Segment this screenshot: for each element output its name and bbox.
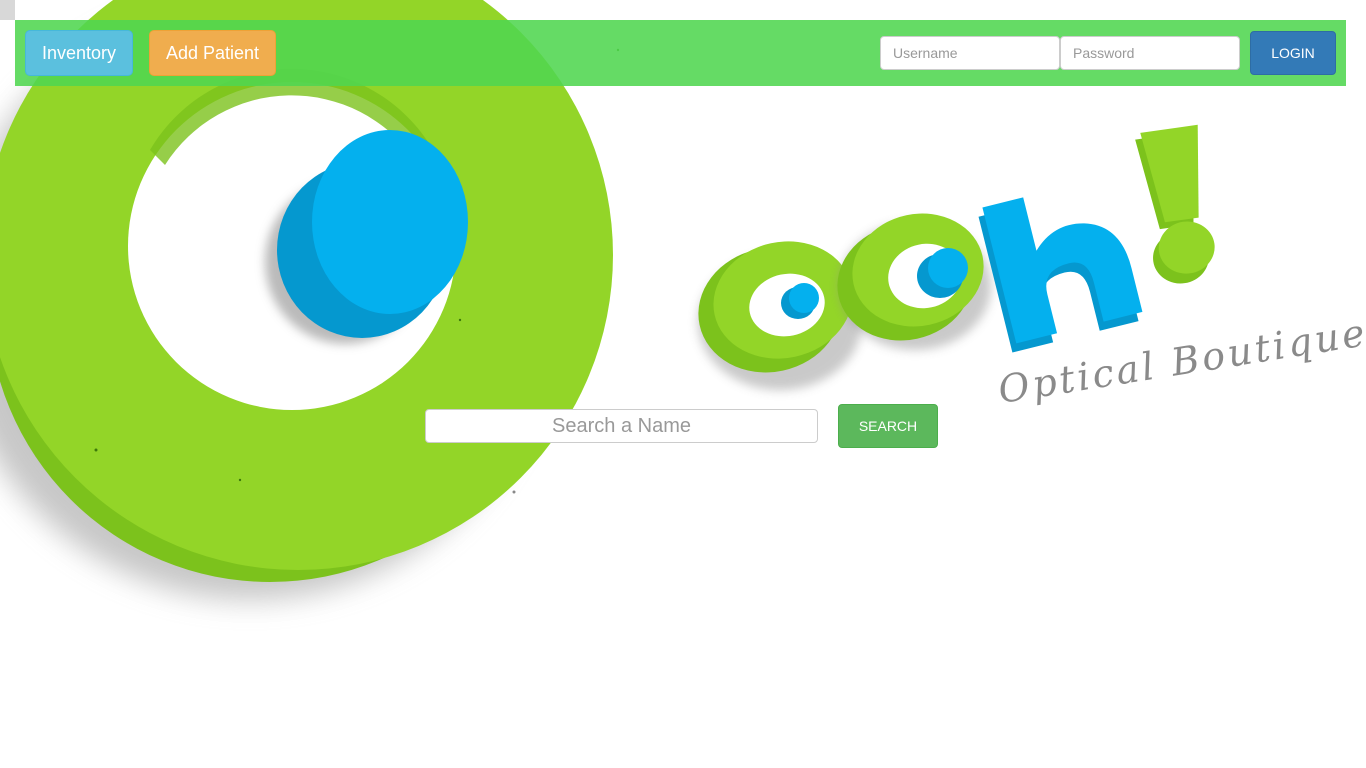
- password-input[interactable]: [1060, 36, 1240, 70]
- top-navbar: Inventory Add Patient LOGIN: [15, 20, 1346, 86]
- search-button[interactable]: SEARCH: [838, 404, 938, 448]
- page: Optical Boutique Inventory Add Patient L…: [0, 0, 1366, 768]
- search-name-input[interactable]: [425, 409, 818, 443]
- add-patient-button[interactable]: Add Patient: [149, 30, 276, 76]
- login-button[interactable]: LOGIN: [1250, 31, 1336, 75]
- username-input[interactable]: [880, 36, 1060, 70]
- inventory-button[interactable]: Inventory: [25, 30, 133, 76]
